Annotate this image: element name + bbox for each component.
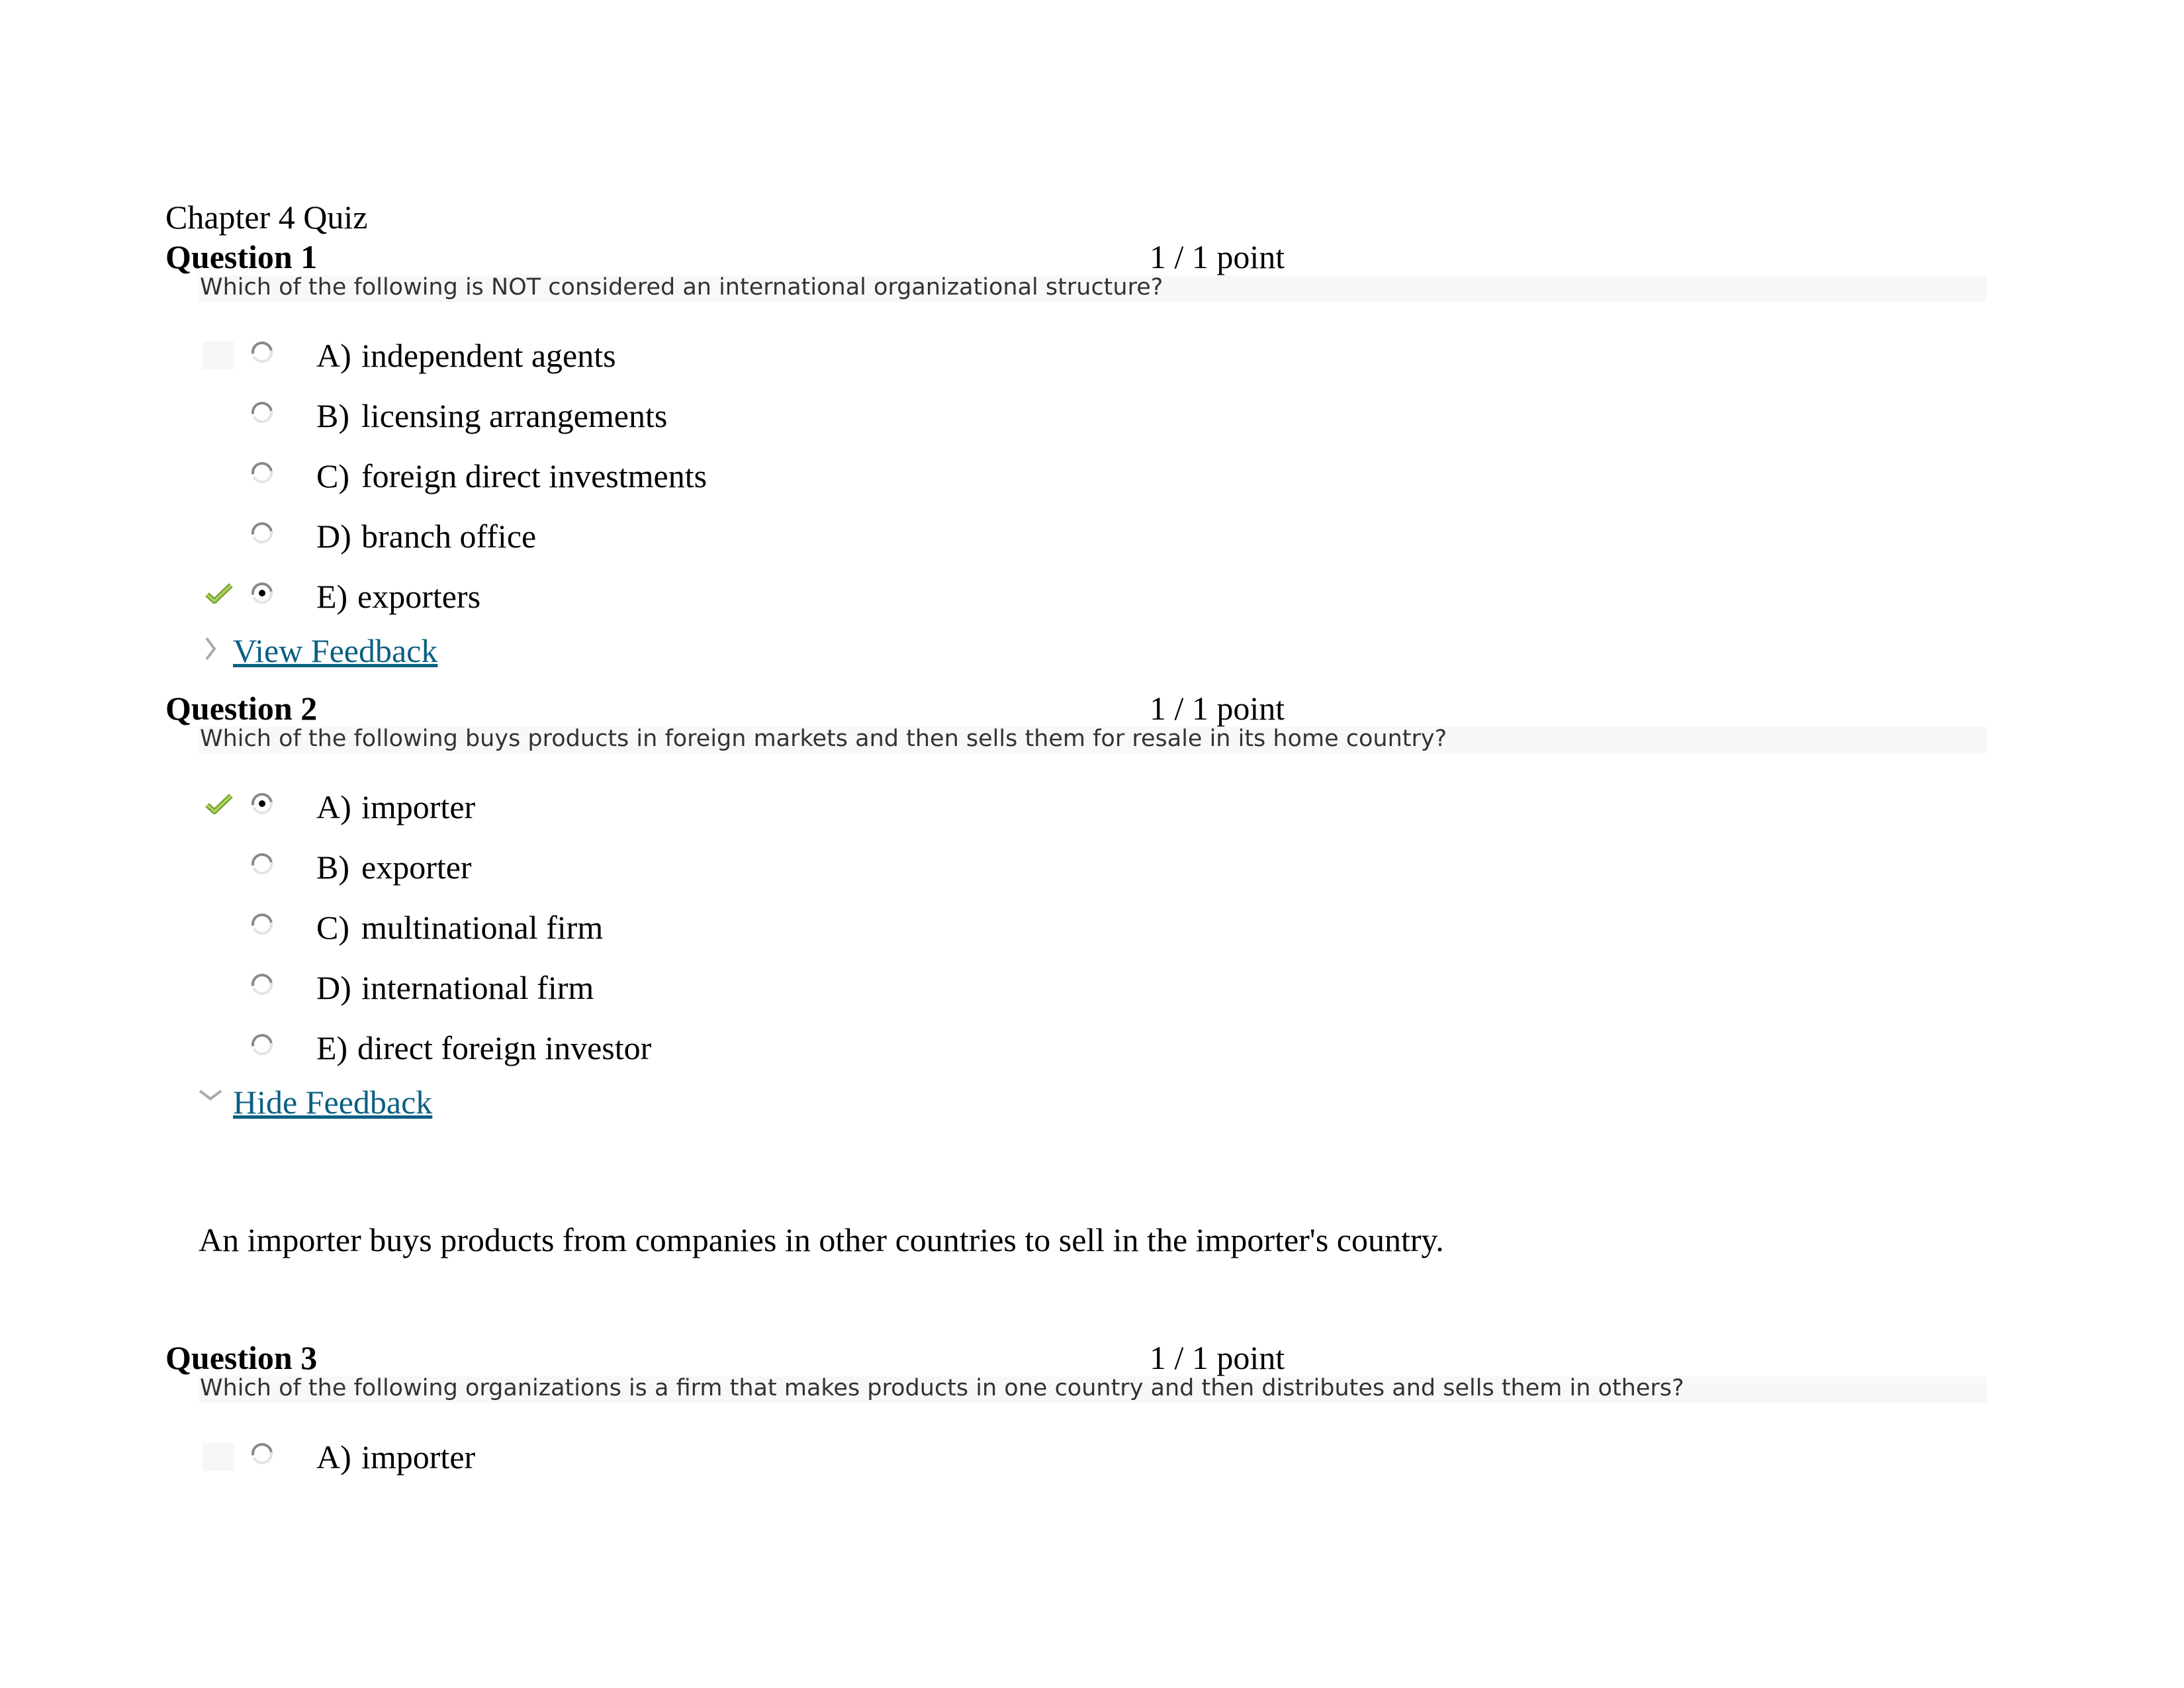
radio-button-selected[interactable] <box>250 792 274 816</box>
option-text: multinational firm <box>361 909 604 946</box>
option-letter: B) <box>316 849 349 886</box>
view-feedback-link[interactable]: View Feedback <box>233 628 437 674</box>
feedback-text: An importer buys products from companies… <box>199 1221 1444 1258</box>
question-heading: Question 2 <box>165 690 318 727</box>
option-text: branch office <box>361 518 537 555</box>
option-letter: B) <box>316 397 349 434</box>
option-text: importer <box>361 788 476 825</box>
radio-button[interactable] <box>250 340 274 364</box>
radio-button[interactable] <box>250 972 274 996</box>
answer-option-selected[interactable]: E) exporters <box>199 573 1125 620</box>
option-text: exporters <box>357 578 481 615</box>
answer-option[interactable]: A) independent agents <box>199 332 1125 379</box>
answer-option[interactable]: B) exporter <box>199 844 1125 890</box>
option-text: direct foreign investor <box>357 1029 652 1066</box>
answer-option-selected[interactable]: A) importer <box>199 784 1125 830</box>
question-points: 1 / 1 point <box>1150 1339 1285 1376</box>
chevron-right-icon[interactable] <box>199 634 225 667</box>
checkmark-icon <box>205 583 233 604</box>
question-text: Which of the following is NOT considered… <box>200 274 1163 301</box>
answer-option[interactable]: C) foreign direct investments <box>199 453 1125 499</box>
option-letter: E) <box>316 578 348 615</box>
mark-placeholder <box>203 342 234 369</box>
option-text: exporter <box>361 849 472 886</box>
radio-button[interactable] <box>250 912 274 936</box>
mark-placeholder <box>203 1443 234 1471</box>
radio-button-selected[interactable] <box>250 581 274 605</box>
option-text: international firm <box>361 969 594 1006</box>
radio-button[interactable] <box>250 400 274 424</box>
question-text: Which of the following organizations is … <box>200 1375 1684 1401</box>
chevron-down-icon[interactable] <box>199 1086 225 1119</box>
option-text: licensing arrangements <box>361 397 668 434</box>
question-points: 1 / 1 point <box>1150 690 1285 727</box>
question-text: Which of the following buys products in … <box>200 726 1447 752</box>
question-heading: Question 1 <box>165 238 318 275</box>
answer-option[interactable]: D) branch office <box>199 513 1125 559</box>
radio-button[interactable] <box>250 521 274 545</box>
answer-option[interactable]: A) importer <box>199 1434 1125 1480</box>
option-letter: A) <box>316 788 351 825</box>
radio-button[interactable] <box>250 461 274 485</box>
option-letter: E) <box>316 1029 348 1066</box>
radio-button[interactable] <box>250 1442 274 1466</box>
option-letter: A) <box>316 1438 351 1476</box>
option-letter: C) <box>316 909 349 946</box>
option-letter: D) <box>316 969 351 1006</box>
page-title: Chapter 4 Quiz <box>165 199 368 236</box>
answer-option[interactable]: B) licensing arrangements <box>199 393 1125 439</box>
option-text: foreign direct investments <box>361 457 707 494</box>
hide-feedback-link[interactable]: Hide Feedback <box>233 1079 432 1125</box>
radio-button[interactable] <box>250 852 274 876</box>
radio-button[interactable] <box>250 1033 274 1056</box>
answer-option[interactable]: E) direct foreign investor <box>199 1025 1125 1071</box>
question-points: 1 / 1 point <box>1150 238 1285 275</box>
answer-option[interactable]: C) multinational firm <box>199 904 1125 951</box>
option-letter: A) <box>316 337 351 374</box>
option-text: importer <box>361 1438 476 1476</box>
question-heading: Question 3 <box>165 1339 318 1376</box>
option-letter: C) <box>316 457 349 494</box>
checkmark-icon <box>205 794 233 814</box>
option-text: independent agents <box>361 337 616 374</box>
answer-option[interactable]: D) international firm <box>199 964 1125 1011</box>
option-letter: D) <box>316 518 351 555</box>
